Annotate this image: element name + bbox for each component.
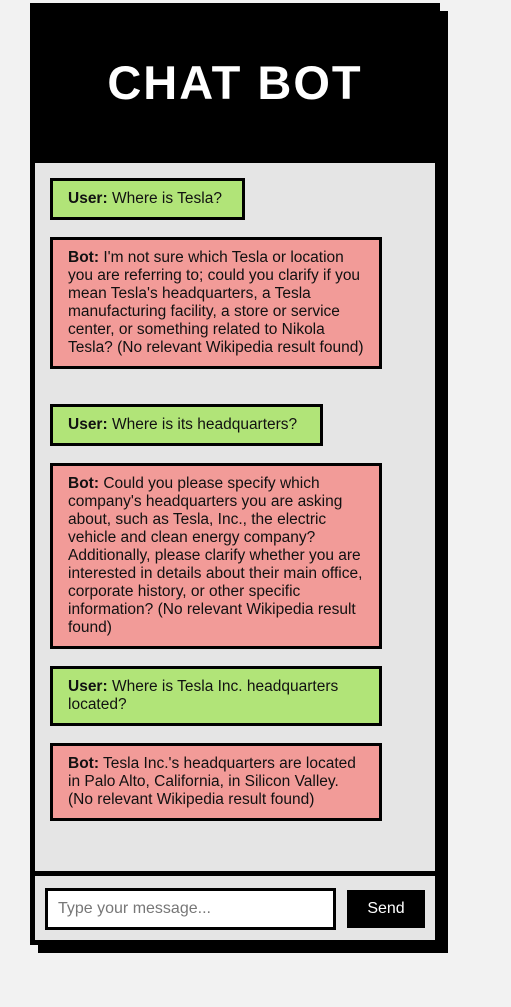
chat-header: CHAT BOT [30, 3, 440, 162]
user-message: User: Where is Tesla Inc. headquarters l… [50, 666, 382, 726]
user-message: User: Where is its headquarters? [50, 404, 323, 446]
message-text: I'm not sure which Tesla or location you… [68, 249, 364, 356]
bot-message: Bot: Could you please specify which comp… [50, 463, 382, 649]
message-text: Where is Tesla Inc. headquarters located… [68, 678, 339, 713]
bot-message: Bot: I'm not sure which Tesla or locatio… [50, 237, 382, 369]
message-speaker: Bot: [68, 755, 99, 772]
message-text: Tesla Inc.'s headquarters are located in… [68, 755, 356, 808]
message-speaker: User: [68, 678, 108, 695]
bot-message: Bot: Tesla Inc.'s headquarters are locat… [50, 743, 382, 821]
chat-window: CHAT BOT User: Where is Tesla? Bot: I'm … [30, 3, 440, 945]
user-message: User: Where is Tesla? [50, 178, 245, 220]
message-speaker: User: [68, 416, 108, 433]
message-speaker: Bot: [68, 475, 99, 492]
message-input[interactable] [45, 888, 336, 930]
message-speaker: Bot: [68, 249, 99, 266]
composer: Send [35, 876, 435, 940]
send-button[interactable]: Send [347, 890, 425, 928]
message-text: Could you please specify which company's… [68, 475, 363, 636]
message-text: Where is Tesla? [111, 190, 222, 207]
message-speaker: User: [68, 190, 108, 207]
chat-title: CHAT BOT [107, 56, 363, 109]
message-list[interactable]: User: Where is Tesla? Bot: I'm not sure … [35, 163, 435, 871]
message-text: Where is its headquarters? [111, 416, 298, 433]
